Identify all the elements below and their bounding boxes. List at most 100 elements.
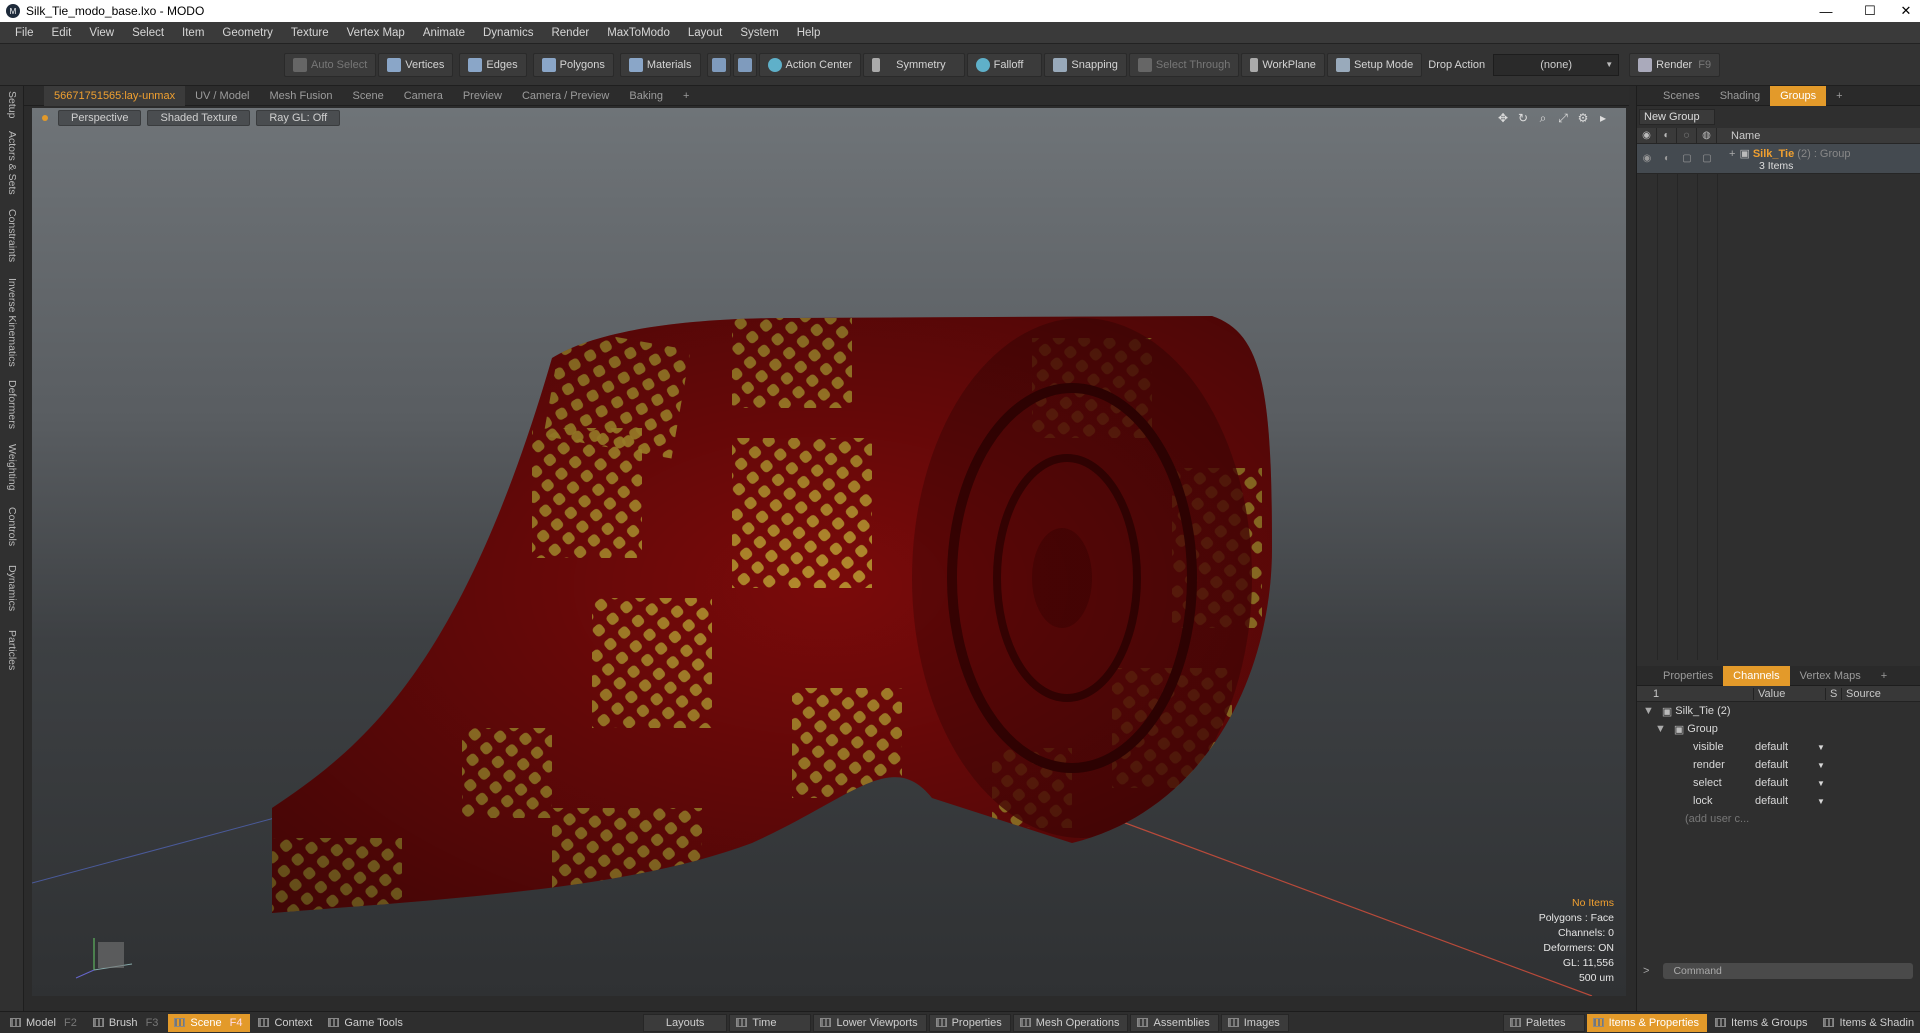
channel-row-select[interactable]: select default ▼ <box>1637 774 1920 792</box>
menu-render[interactable]: Render <box>542 27 598 39</box>
lock-dropdown-icon[interactable]: ▼ <box>1817 797 1825 806</box>
add-bottom-tab-button[interactable]: + <box>1871 666 1897 686</box>
close-button[interactable]: ✕ <box>1892 0 1920 22</box>
layout-brush-button[interactable]: Brush F3 <box>87 1014 167 1032</box>
menu-edit[interactable]: Edit <box>43 27 81 39</box>
select-dropdown-icon[interactable]: ▼ <box>1817 779 1825 788</box>
render-button[interactable]: Render F9 <box>1629 52 1721 77</box>
left-tab-controls[interactable]: Controls <box>2 500 22 554</box>
symmetry-button[interactable]: Symmetry <box>863 52 965 77</box>
maximize-button[interactable]: ☐ <box>1848 0 1892 22</box>
group-select-toggle[interactable]: ▢ <box>1697 144 1717 174</box>
tab-mesh-fusion[interactable]: Mesh Fusion <box>260 86 343 106</box>
command-input[interactable]: Command <box>1663 963 1914 979</box>
menu-vertex-map[interactable]: Vertex Map <box>338 27 414 39</box>
tab-scenes[interactable]: Scenes <box>1653 86 1710 106</box>
tab-camera-preview[interactable]: Camera / Preview <box>512 86 619 106</box>
add-user-channel[interactable]: (add user c... <box>1637 810 1920 828</box>
workplane-button[interactable]: WorkPlane <box>1241 52 1325 77</box>
tab-properties[interactable]: Properties <box>1653 666 1723 686</box>
group-row-silk-tie[interactable]: ◉ ◐ ▢ ▢ + ▣ Silk_Tie (2) : Group 3 Items <box>1637 144 1920 174</box>
menu-item[interactable]: Item <box>173 27 213 39</box>
tab-shading[interactable]: Shading <box>1710 86 1770 106</box>
setup-mode-button[interactable]: Setup Mode <box>1326 52 1423 77</box>
layout-game-tools-button[interactable]: Game Tools <box>322 1014 411 1032</box>
add-tab-button[interactable]: + <box>673 86 699 106</box>
left-tab-weighting[interactable]: Weighting <box>2 438 22 496</box>
selection-convert-button[interactable] <box>732 52 757 77</box>
add-right-tab-button[interactable]: + <box>1826 86 1852 106</box>
tab-lay-unmax[interactable]: 56671751565:lay-unmax <box>44 85 186 106</box>
layout-scene-button[interactable]: Scene F4 <box>168 1013 251 1032</box>
selection-sets-button[interactable] <box>706 52 731 77</box>
items-properties-button[interactable]: Items & Properties <box>1586 1013 1708 1032</box>
palettes-button[interactable]: Palettes <box>1502 1013 1585 1032</box>
viewport-expand-icon[interactable]: ▸ <box>1596 111 1610 125</box>
tab-scene[interactable]: Scene <box>343 86 394 106</box>
materials-button[interactable]: Materials <box>619 52 701 77</box>
menu-layout[interactable]: Layout <box>679 27 732 39</box>
left-tab-deformers[interactable]: Deformers <box>2 376 22 434</box>
group-lock-toggle[interactable]: ▢ <box>1677 144 1697 174</box>
silk-tie-mesh[interactable] <box>232 298 1312 938</box>
zoom-icon[interactable]: ⌕ <box>1536 111 1550 125</box>
group-expand-toggle-icon[interactable]: ▼ <box>1655 723 1666 735</box>
root-expand-icon[interactable]: ▼ <box>1643 705 1654 717</box>
visible-dropdown-icon[interactable]: ▼ <box>1817 743 1825 752</box>
tab-vertex-maps[interactable]: Vertex Maps <box>1790 666 1871 686</box>
menu-select[interactable]: Select <box>123 27 173 39</box>
properties-button[interactable]: Properties <box>928 1013 1011 1032</box>
layout-context-button[interactable]: Context <box>252 1014 320 1032</box>
lower-viewports-button[interactable]: Lower Viewports <box>813 1013 927 1032</box>
auto-select-button[interactable]: Auto Select <box>284 52 377 77</box>
mesh-operations-button[interactable]: Mesh Operations <box>1012 1013 1129 1032</box>
fit-icon[interactable]: ⤢ <box>1556 111 1570 125</box>
shading-mode-button[interactable]: Shaded Texture <box>147 110 251 126</box>
menu-texture[interactable]: Texture <box>282 27 338 39</box>
tab-groups[interactable]: Groups <box>1770 85 1827 106</box>
edges-button[interactable]: Edges <box>459 52 527 77</box>
snapping-button[interactable]: Snapping <box>1044 52 1127 77</box>
menu-help[interactable]: Help <box>788 27 830 39</box>
vertices-button[interactable]: Vertices <box>378 52 454 77</box>
menu-view[interactable]: View <box>80 27 123 39</box>
menu-maxtomodo[interactable]: MaxToModo <box>598 27 679 39</box>
tab-preview[interactable]: Preview <box>453 86 512 106</box>
minimize-button[interactable]: — <box>1804 0 1848 22</box>
channel-row-lock[interactable]: lock default ▼ <box>1637 792 1920 810</box>
left-tab-setup[interactable]: Setup <box>2 88 22 122</box>
polygons-button[interactable]: Polygons <box>532 52 614 77</box>
group-visibility-toggle[interactable]: ◉ <box>1637 144 1657 174</box>
action-center-button[interactable]: Action Center <box>758 52 862 77</box>
pan-icon[interactable]: ✥ <box>1496 111 1510 125</box>
left-tab-dynamics[interactable]: Dynamics <box>2 558 22 618</box>
menu-file[interactable]: File <box>6 27 43 39</box>
raygl-toggle[interactable]: Ray GL: Off <box>256 110 341 126</box>
channel-group-row[interactable]: ▼ ▣ Group <box>1637 720 1920 738</box>
group-render-toggle[interactable]: ◐ <box>1657 144 1677 174</box>
time-button[interactable]: Time <box>729 1013 812 1032</box>
menu-dynamics[interactable]: Dynamics <box>474 27 542 39</box>
3d-viewport[interactable]: Perspective Shaded Texture Ray GL: Off ✥… <box>32 108 1626 996</box>
assemblies-button[interactable]: Assemblies <box>1130 1013 1219 1032</box>
tab-channels[interactable]: Channels <box>1723 665 1790 686</box>
tab-uv-model[interactable]: UV / Model <box>185 86 259 106</box>
layout-model-button[interactable]: Model F2 <box>4 1014 85 1032</box>
new-group-button[interactable]: New Group <box>1639 109 1715 125</box>
left-tab-inverse-kinematics[interactable]: Inverse Kinematics <box>2 272 22 372</box>
left-tab-actors-sets[interactable]: Actors & Sets <box>2 126 22 200</box>
left-tab-constraints[interactable]: Constraints <box>2 204 22 268</box>
menu-system[interactable]: System <box>731 27 787 39</box>
select-through-button[interactable]: Select Through <box>1128 52 1240 77</box>
tab-baking[interactable]: Baking <box>619 86 673 106</box>
channel-row-render[interactable]: render default ▼ <box>1637 756 1920 774</box>
images-button[interactable]: Images <box>1220 1013 1289 1032</box>
drop-action-select[interactable]: (none) <box>1493 53 1620 76</box>
rotate-icon[interactable]: ↻ <box>1516 111 1530 125</box>
render-dropdown-icon[interactable]: ▼ <box>1817 761 1825 770</box>
view-mode-perspective[interactable]: Perspective <box>58 110 142 126</box>
channel-row-visible[interactable]: visible default ▼ <box>1637 738 1920 756</box>
group-expand-icon[interactable]: + <box>1729 148 1735 160</box>
channel-root-row[interactable]: ▼ ▣ Silk_Tie (2) <box>1637 702 1920 720</box>
items-groups-button[interactable]: Items & Groups <box>1709 1014 1815 1032</box>
